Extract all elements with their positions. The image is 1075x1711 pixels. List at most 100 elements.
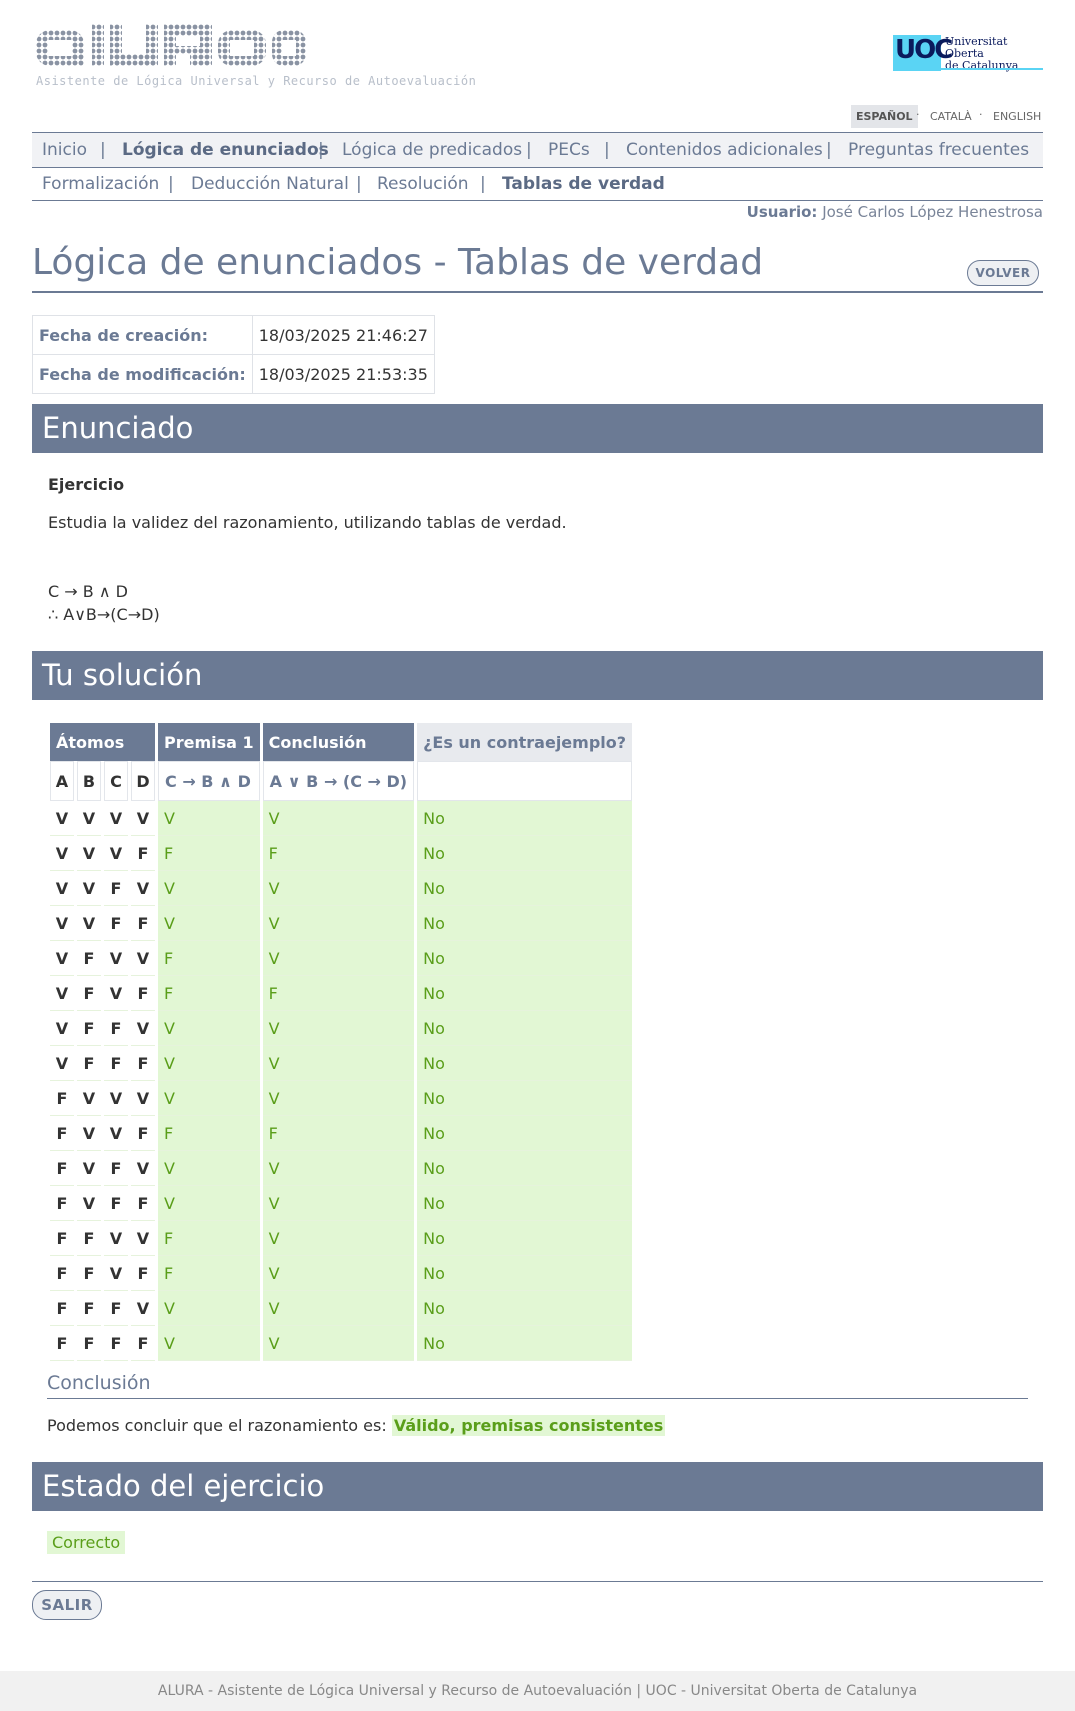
bottom-divider <box>32 1581 1043 1582</box>
back-button[interactable]: VOLVER <box>967 260 1039 286</box>
cell-atom-c: F <box>104 1011 128 1046</box>
cell-atom-a: F <box>50 1186 74 1221</box>
cell-atom-d: V <box>131 1221 155 1256</box>
cell-counterexample: No <box>417 941 633 976</box>
cell-atom-c: V <box>104 1256 128 1291</box>
cell-premise: V <box>158 1291 260 1326</box>
cell-atom-b: F <box>77 1291 101 1326</box>
nav-inicio[interactable]: Inicio <box>42 140 87 160</box>
nav-separator: | <box>826 140 832 160</box>
exit-button[interactable]: SALIR <box>32 1590 102 1620</box>
cell-atom-d: V <box>131 1011 155 1046</box>
lang-english[interactable]: ENGLISH <box>988 105 1046 128</box>
subnav-formalizacion[interactable]: Formalización <box>42 174 159 194</box>
page-title: Lógica de enunciados - Tablas de verdad <box>32 242 764 283</box>
subnav-deduccion-natural[interactable]: Deducción Natural <box>191 174 349 194</box>
cell-atom-b: V <box>77 1186 101 1221</box>
lang-espanol[interactable]: ESPAÑOL <box>851 105 918 128</box>
cell-premise: V <box>158 1326 260 1361</box>
nav-preguntas-frecuentes[interactable]: Preguntas frecuentes <box>848 140 1029 160</box>
cell-atom-a: F <box>50 1116 74 1151</box>
nav-contenidos-adicionales[interactable]: Contenidos adicionales <box>626 140 823 160</box>
nav-separator: | <box>318 140 324 160</box>
cell-atom-b: F <box>77 976 101 1011</box>
counterexample-header: ¿Es un contraejemplo? <box>417 723 633 761</box>
cell-atom-a: V <box>50 836 74 871</box>
nav-logica-enunciados[interactable]: Lógica de enunciados <box>122 140 329 160</box>
cell-atom-a: V <box>50 1011 74 1046</box>
truth-table-body: V V V V V V No V V V F F F No V V F V V V No V V F F V V No V F V V F V No… <box>50 801 633 1361</box>
cell-counterexample: No <box>417 1046 633 1081</box>
cell-counterexample: No <box>417 836 633 871</box>
conclusion-value: Válido, premisas consistentes <box>391 1415 666 1436</box>
lang-catala[interactable]: CATALÀ <box>925 105 977 128</box>
cell-atom-b: F <box>77 1326 101 1361</box>
cell-counterexample: No <box>417 1256 633 1291</box>
cell-conclusion: V <box>262 1186 415 1221</box>
cell-conclusion: V <box>262 871 415 906</box>
cell-premise: F <box>158 1256 260 1291</box>
uoc-logo[interactable]: UOC Universitat Oberta de Catalunya <box>893 35 1043 72</box>
cell-atom-d: F <box>131 1326 155 1361</box>
table-row: Fecha de creación: 18/03/2025 21:46:27 <box>32 315 435 355</box>
counterexample-subheader <box>417 761 633 801</box>
subnav-resolucion[interactable]: Resolución <box>377 174 469 194</box>
cell-atom-b: V <box>77 906 101 941</box>
cell-atom-d: F <box>131 906 155 941</box>
cell-atom-a: F <box>50 1151 74 1186</box>
table-row: V F F V V V No <box>50 1011 633 1046</box>
cell-premise: F <box>158 1221 260 1256</box>
cell-atom-b: V <box>77 836 101 871</box>
cell-conclusion: F <box>262 976 415 1011</box>
cell-atom-b: V <box>77 1116 101 1151</box>
lang-separator: · <box>979 108 983 121</box>
cell-premise: V <box>158 1046 260 1081</box>
premise-formula: C → B ∧ D <box>48 582 128 601</box>
cell-premise: V <box>158 1011 260 1046</box>
cell-atom-c: F <box>104 871 128 906</box>
table-row: V V F V V V No <box>50 871 633 906</box>
table-row: V V V F F F No <box>50 836 633 871</box>
user-name: José Carlos López Henestrosa <box>822 203 1043 221</box>
cell-counterexample: No <box>417 906 633 941</box>
cell-atom-d: F <box>131 1046 155 1081</box>
cell-atom-b: V <box>77 1151 101 1186</box>
cell-atom-a: V <box>50 976 74 1011</box>
table-row: V F V F F F No <box>50 976 633 1011</box>
sub-nav: Formalización | Deducción Natural | Reso… <box>32 167 1043 201</box>
exercise-label: Ejercicio <box>48 475 125 494</box>
table-row: Fecha de modificación: 18/03/2025 21:53:… <box>32 354 435 394</box>
conclusion-formula-header: A ∨ B → (C → D) <box>262 761 415 801</box>
alura-logo <box>36 24 306 66</box>
cell-atom-c: F <box>104 1326 128 1361</box>
uoc-logo-letters: UOC <box>895 35 953 65</box>
cell-atom-c: F <box>104 906 128 941</box>
main-nav: Inicio | Lógica de enunciados | Lógica d… <box>32 132 1043 168</box>
atom-b: B <box>77 761 101 801</box>
nav-separator: | <box>168 174 174 194</box>
cell-counterexample: No <box>417 1186 633 1221</box>
nav-pecs[interactable]: PECs <box>548 140 590 160</box>
cell-atom-b: V <box>77 871 101 906</box>
subnav-tablas-de-verdad[interactable]: Tablas de verdad <box>502 174 665 194</box>
cell-conclusion: V <box>262 1046 415 1081</box>
cell-atom-d: F <box>131 1256 155 1291</box>
uoc-logo-underline <box>941 68 1043 70</box>
cell-atom-a: V <box>50 801 74 836</box>
uoc-name-line2: de Catalunya <box>945 59 1019 72</box>
logo-subtitle: Asistente de Lógica Universal y Recurso … <box>36 74 477 88</box>
cell-premise: V <box>158 801 260 836</box>
cell-premise: V <box>158 906 260 941</box>
table-row: F F F F V V No <box>50 1326 633 1361</box>
cell-atom-c: V <box>104 1116 128 1151</box>
cell-counterexample: No <box>417 1221 633 1256</box>
cell-atom-b: V <box>77 801 101 836</box>
premise-header: Premisa 1 <box>158 723 260 761</box>
estado-heading: Estado del ejercicio <box>32 1462 1043 1511</box>
nav-logica-predicados[interactable]: Lógica de predicados <box>342 140 522 160</box>
cell-atom-a: V <box>50 871 74 906</box>
cell-conclusion: V <box>262 1291 415 1326</box>
atoms-header: Átomos <box>50 723 155 761</box>
cell-atom-c: F <box>104 1291 128 1326</box>
cell-conclusion: F <box>262 836 415 871</box>
